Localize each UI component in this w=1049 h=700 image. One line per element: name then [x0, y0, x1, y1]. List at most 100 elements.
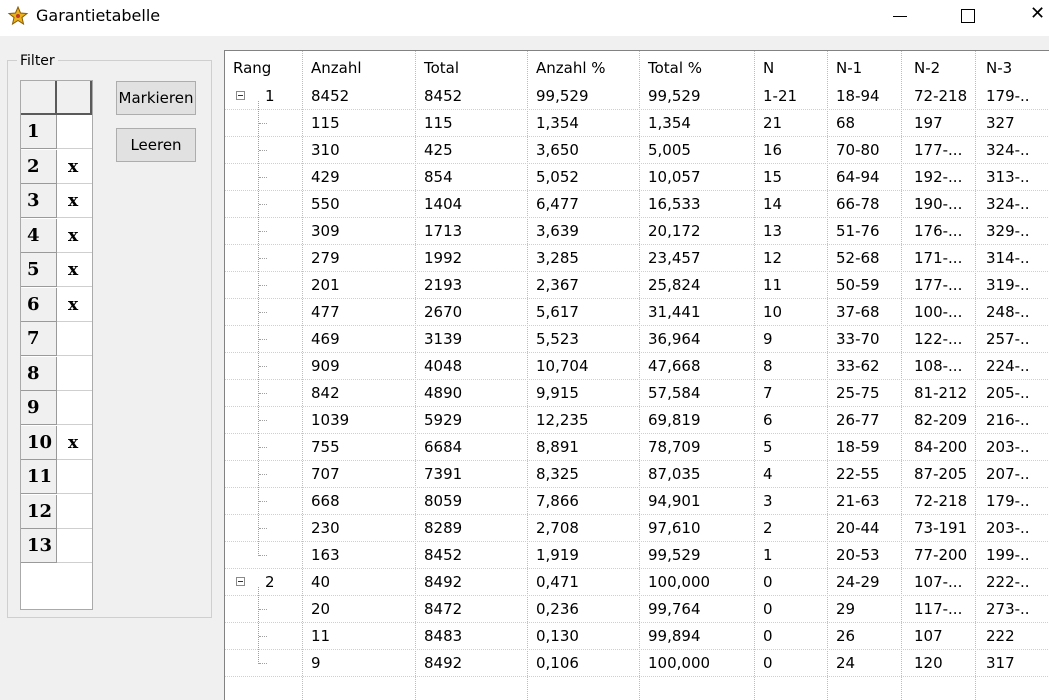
filter-row[interactable]: 12 [21, 494, 92, 529]
table-cell: 199-.. [986, 546, 1030, 564]
filter-row[interactable]: 8 [21, 356, 92, 391]
table-row[interactable]: 115 115 1,354 1,354 21 68 197 327 [225, 110, 1049, 137]
table-row[interactable]: 310 425 3,650 5,005 16 70-80 177-... 324-.. [225, 137, 1049, 164]
table-row[interactable]: 9 8492 0,106 100,000 0 24 120 317 [225, 650, 1049, 677]
filter-row[interactable]: 3x [21, 184, 92, 218]
table-row[interactable]: 707 7391 8,325 87,035 4 22-55 87-205 207-.. [225, 461, 1049, 488]
close-icon[interactable]: ✕ [1030, 4, 1045, 24]
filter-mark-cell[interactable] [57, 529, 92, 563]
guarantee-table[interactable]: Rang Anzahl Total Anzahl % Total % N N-1 N-2 N-3… [224, 50, 1049, 700]
filter-mark-cell[interactable] [57, 357, 92, 391]
filter-row[interactable]: 10 x [21, 425, 92, 460]
filter-mark-cell[interactable] [57, 322, 92, 356]
table-cell: 16 [763, 141, 783, 159]
table-cell: 477 [311, 303, 340, 321]
clear-button[interactable]: Leeren [116, 128, 196, 162]
filter-mark-cell[interactable] [57, 460, 92, 494]
table-cell: 755 [311, 438, 340, 456]
filter-mark-cell[interactable]: x [57, 150, 92, 184]
filter-row[interactable]: 5x [21, 253, 92, 287]
table-cell: 0 [763, 600, 773, 618]
table-cell: 0,106 [536, 654, 579, 672]
table-row[interactable]: 1039 5929 12,235 69,819 6 26-77 82-209 216-.. [225, 407, 1049, 434]
table-row[interactable]: 230 8289 2,708 97,610 2 20-44 73-191 203-.. [225, 515, 1049, 542]
table-row[interactable]: 201 2193 2,367 25,824 11 50-59 177-... 319-.. [225, 272, 1049, 299]
table-cell: 24 [836, 654, 856, 672]
filter-row[interactable]: 6x [21, 287, 92, 322]
filter-row[interactable]: 11 [21, 460, 92, 494]
filter-mark-cell[interactable]: x [57, 184, 92, 218]
table-cell: 10 [763, 303, 783, 321]
table-cell: 179-.. [986, 492, 1030, 510]
table-cell: 20-44 [836, 519, 880, 537]
table-row[interactable]: 469 3139 5,523 36,964 9 33-70 122-... 257-.. [225, 326, 1049, 353]
collapse-icon[interactable] [236, 91, 245, 100]
tree-connector [259, 501, 267, 502]
table-row[interactable]: 550 1404 6,477 16,533 14 66-78 190-... 324-.. [225, 191, 1049, 218]
maximize-icon[interactable] [961, 9, 975, 23]
window-title: Garantietabelle [36, 6, 161, 25]
table-row[interactable]: 20 8472 0,236 99,764 0 29 117-... 273-.. [225, 596, 1049, 623]
table-cell: 24-29 [836, 573, 880, 591]
table-header-row: Rang Anzahl Total Anzahl % Total % N N-1 N-2 N-3 [225, 55, 1049, 82]
table-row[interactable]: 842 4890 9,915 57,584 7 25-75 81-212 205-.. [225, 380, 1049, 407]
filter-mark-cell[interactable] [57, 495, 92, 529]
filter-grid[interactable]: 1 2 x 3 x 4 x 5 x 6 x 7 8 9 10 x 11 12 13 [20, 80, 93, 610]
mark-button[interactable]: Markieren [116, 81, 196, 115]
table-cell: 12 [763, 249, 783, 267]
table-cell: 87,035 [648, 465, 701, 483]
filter-row-number: 7 [21, 322, 57, 356]
table-row[interactable]: 163 8452 1,919 99,529 1 20-53 77-200 199-.. [225, 542, 1049, 569]
table-cell: 429 [311, 168, 340, 186]
table-cell: 6 [763, 411, 773, 429]
table-cell: 8492 [424, 573, 463, 591]
table-cell: 550 [311, 195, 340, 213]
table-row[interactable]: 668 8059 7,866 94,901 3 21-63 72-218 179-.. [225, 488, 1049, 515]
tree-connector [259, 420, 267, 421]
table-group-row[interactable]: 2 40 8492 0,471 100,000 0 24-29 107-... 222-.. [225, 569, 1049, 596]
table-cell: 314-.. [986, 249, 1030, 267]
table-cell: 10,704 [536, 357, 589, 375]
table-cell: 192-... [914, 168, 963, 186]
minimize-icon[interactable] [893, 16, 907, 17]
filter-row[interactable]: 1 [21, 115, 92, 149]
table-cell: 0 [763, 654, 773, 672]
filter-row-number: 11 [21, 460, 57, 494]
table-cell: 7391 [424, 465, 463, 483]
table-cell: 854 [424, 168, 453, 186]
table-cell: 197 [914, 114, 943, 132]
filter-mark-cell[interactable]: x [57, 253, 92, 287]
table-row[interactable]: 755 6684 8,891 78,709 5 18-59 84-200 203-.. [225, 434, 1049, 461]
table-group-row[interactable]: 1 8452 8452 99,529 99,529 1-21 18-94 72-218 179-… [225, 83, 1049, 110]
filter-mark-cell[interactable]: x [57, 288, 92, 322]
filter-header-cell [57, 81, 92, 115]
filter-mark-cell[interactable]: x [57, 426, 92, 460]
table-row[interactable]: 477 2670 5,617 31,441 10 37-68 100-... 248-.. [225, 299, 1049, 326]
table-row[interactable]: 279 1992 3,285 23,457 12 52-68 171-... 314-.. [225, 245, 1049, 272]
filter-row[interactable]: 7 [21, 322, 92, 356]
table-row[interactable]: 309 1713 3,639 20,172 13 51-76 176-... 329-.. [225, 218, 1049, 245]
filter-row[interactable]: 13 [21, 529, 92, 563]
tree-connector [259, 123, 267, 124]
table-row[interactable]: 909 4048 10,704 47,668 8 33-62 108-... 224-.. [225, 353, 1049, 380]
filter-row[interactable]: 4x [21, 218, 92, 253]
rank-cell: 2 [265, 573, 275, 591]
filter-row[interactable]: 2x [21, 149, 92, 184]
table-cell: 68 [836, 114, 856, 132]
tree-connector [259, 285, 267, 286]
table-cell: 20 [311, 600, 331, 618]
filter-row[interactable]: 9 [21, 391, 92, 425]
table-row[interactable]: 11 8483 0,130 99,894 0 26 107 222 [225, 623, 1049, 650]
table-row[interactable]: 429 854 5,052 10,057 15 64-94 192-... 313-.. [225, 164, 1049, 191]
table-cell: 97,610 [648, 519, 701, 537]
filter-mark-cell[interactable] [57, 115, 92, 149]
table-cell: 8 [763, 357, 773, 375]
filter-mark-cell[interactable] [57, 391, 92, 425]
filter-mark-cell[interactable]: x [57, 219, 92, 253]
filter-row-number: 4 [21, 218, 57, 253]
collapse-icon[interactable] [236, 577, 245, 586]
table-cell: 309 [311, 222, 340, 240]
table-cell: 52-68 [836, 249, 880, 267]
table-cell: 5,052 [536, 168, 579, 186]
table-cell: 37-68 [836, 303, 880, 321]
